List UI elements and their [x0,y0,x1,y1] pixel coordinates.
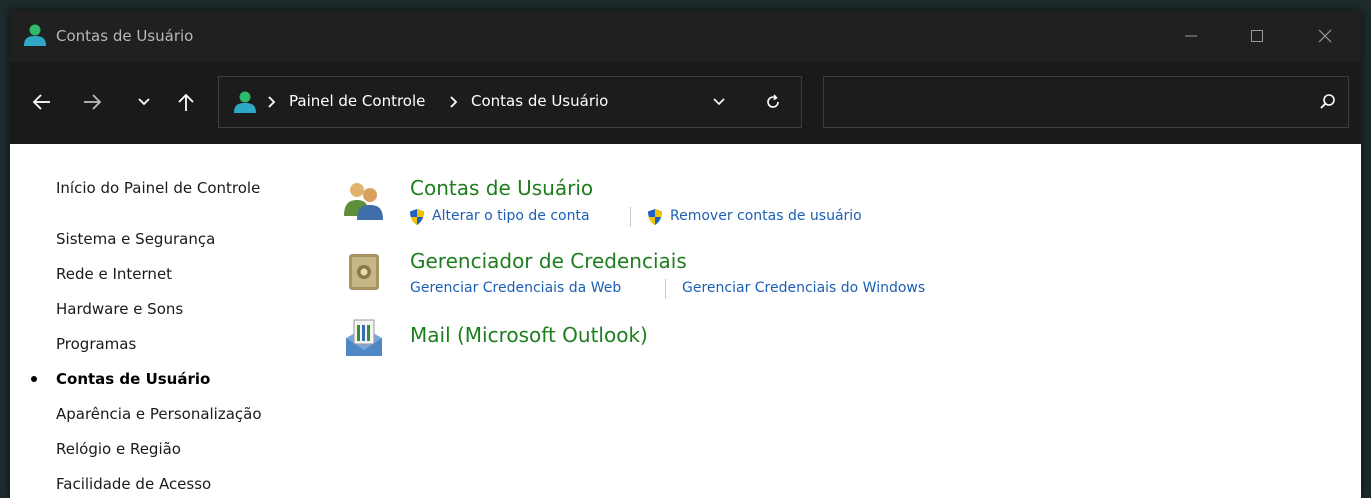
safe-vault-icon [349,254,379,290]
category-title-mail[interactable]: Mail (Microsoft Outlook) [410,323,648,347]
title-bar[interactable]: Contas de Usuário [10,10,1361,62]
forward-button[interactable] [76,84,108,120]
link-separator [665,279,666,299]
breadcrumb-painel-de-controle[interactable]: Painel de Controle [289,92,425,110]
up-button[interactable] [170,84,202,120]
chevron-right-icon [268,96,276,108]
breadcrumb-contas-de-usuario[interactable]: Contas de Usuário [471,92,608,110]
link-gerenciar-credenciais-da-web[interactable]: Gerenciar Credenciais da Web [410,280,621,296]
search-box[interactable] [823,76,1349,128]
address-bar[interactable]: Painel de Controle Contas de Usuário [218,76,802,128]
sidebar-item-aparencia-e-personalizacao[interactable]: Aparência e Personalização [56,405,262,423]
close-button[interactable] [1295,10,1355,62]
window-title: Contas de Usuário [56,27,194,45]
sidebar-item-contas-de-usuario[interactable]: Contas de Usuário [56,370,210,388]
arrow-right-icon [84,94,102,110]
active-bullet [31,376,37,382]
recent-locations-button[interactable] [128,84,160,120]
mail-icon [346,319,382,356]
link-remover-contas-de-usuario[interactable]: Remover contas de usuário [670,208,862,224]
users-icon [344,183,383,220]
maximize-icon [1251,30,1263,42]
sidebar-item-facilidade-de-acesso[interactable]: Facilidade de Acesso [56,475,211,493]
chevron-right-icon [450,96,458,108]
user-icon [234,91,256,113]
minimize-icon [1185,35,1197,37]
chevron-down-icon [713,98,725,106]
category-title-gerenciador-de-credenciais[interactable]: Gerenciador de Credenciais [410,249,687,273]
sidebar-item-sistema-e-seguranca[interactable]: Sistema e Segurança [56,230,215,248]
uac-shield-icon [410,209,424,225]
arrow-left-icon [32,94,50,110]
minimize-button[interactable] [1161,10,1221,62]
sidebar-item-rede-e-internet[interactable]: Rede e Internet [56,265,172,283]
control-panel-window: Contas de Usuário Painel de Controle Con… [10,10,1361,498]
uac-shield-icon [648,209,662,225]
sidebar-home-link[interactable]: Início do Painel de Controle [56,179,260,197]
link-gerenciar-credenciais-do-windows[interactable]: Gerenciar Credenciais do Windows [682,280,925,296]
link-separator [630,207,631,227]
arrow-up-icon [178,93,194,111]
refresh-button[interactable] [757,86,789,118]
close-icon [1318,29,1332,43]
sidebar-item-programas[interactable]: Programas [56,335,136,353]
sidebar-item-relogio-e-regiao[interactable]: Relógio e Região [56,440,181,458]
back-button[interactable] [26,84,58,120]
search-input[interactable] [834,89,1308,117]
category-title-contas-de-usuario[interactable]: Contas de Usuário [410,176,593,200]
address-dropdown-button[interactable] [703,86,735,118]
navigation-bar: Painel de Controle Contas de Usuário [10,62,1361,144]
chevron-down-icon [138,98,150,106]
user-icon [24,24,46,46]
sidebar-item-hardware-e-sons[interactable]: Hardware e Sons [56,300,183,318]
maximize-button[interactable] [1227,10,1287,62]
search-icon[interactable] [1318,92,1338,112]
refresh-icon [767,94,779,108]
link-alterar-tipo-de-conta[interactable]: Alterar o tipo de conta [432,208,590,224]
